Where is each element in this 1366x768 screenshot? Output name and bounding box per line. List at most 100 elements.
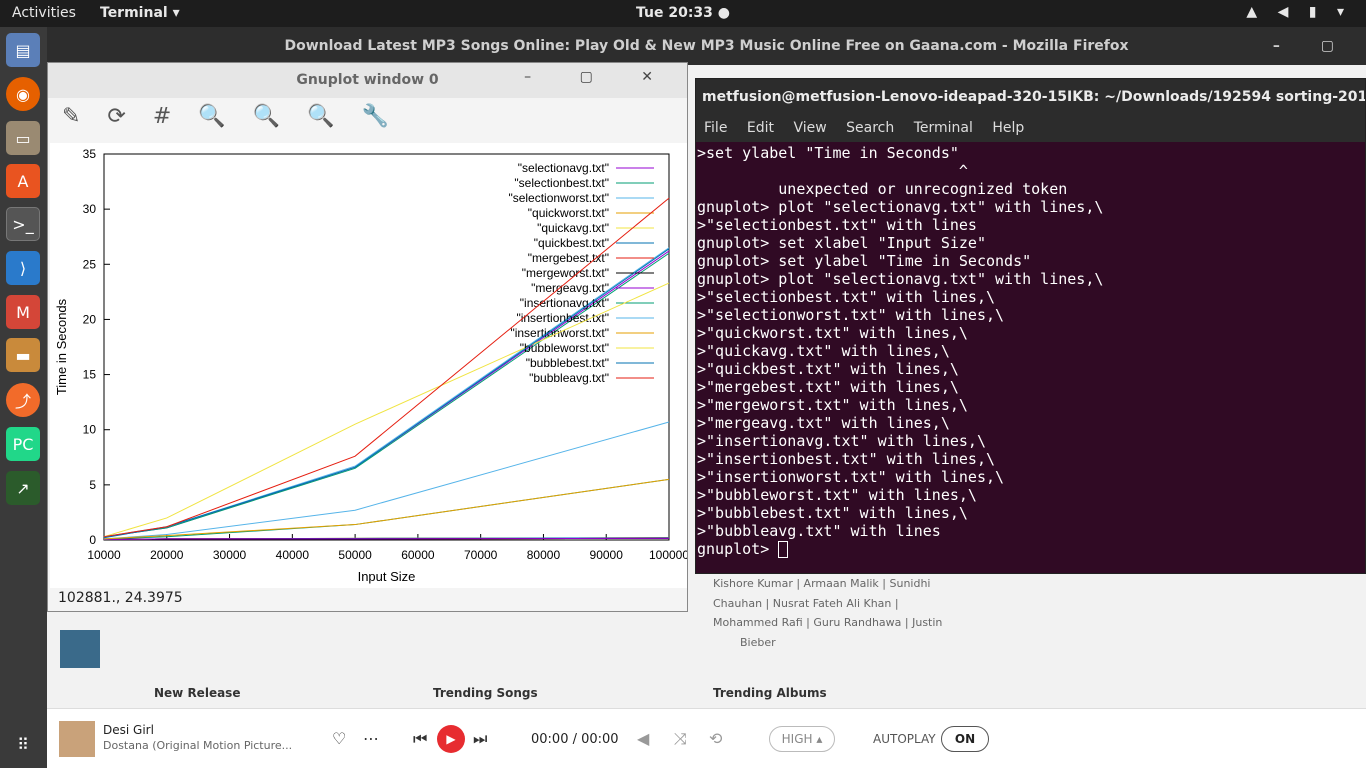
song-album[interactable]: Dostana (Original Motion Picture... xyxy=(103,739,313,752)
files-icon[interactable]: ▭ xyxy=(6,121,40,155)
terminal-output[interactable]: >set ylabel "Time in Seconds" ^ unexpect… xyxy=(696,142,1365,558)
play-button[interactable]: ▶ xyxy=(437,725,465,753)
artist-list: Kishore Kumar | Armaan Malik | Sunidhi C… xyxy=(700,574,1040,652)
terminal-line: >"quickbest.txt" with lines,\ xyxy=(697,360,959,378)
x-tick-label: 10000 xyxy=(87,548,121,562)
section-new-release[interactable]: New Release xyxy=(154,686,240,700)
x-axis-label: Input Size xyxy=(358,569,416,584)
text-editor-icon[interactable]: ▤ xyxy=(6,33,40,67)
firefox-titlebar: Download Latest MP3 Songs Online: Play O… xyxy=(47,27,1366,92)
y-tick-label: 0 xyxy=(89,533,96,547)
previous-icon[interactable]: ⏮ xyxy=(413,729,427,749)
y-tick-label: 25 xyxy=(83,257,97,271)
activities-button[interactable]: Activities xyxy=(12,5,76,21)
shuffle-icon[interactable]: ⤨ xyxy=(674,729,687,749)
plot-app-icon[interactable]: ↗ xyxy=(6,471,40,505)
terminal-line: >"insertionavg.txt" with lines,\ xyxy=(697,432,986,450)
menu-search[interactable]: Search xyxy=(846,120,894,136)
sandwich-icon[interactable]: ▬ xyxy=(6,338,40,372)
terminal-line: >"selectionbest.txt" with lines,\ xyxy=(697,288,996,306)
pycharm-icon[interactable]: PC xyxy=(6,427,40,461)
menu-file[interactable]: File xyxy=(704,120,727,136)
top-bar: Activities Terminal ▾ Tue 20:33 ● ▲ ◀ ▮ … xyxy=(0,0,1366,27)
artist-line[interactable]: Chauhan | Nusrat Fateh Ali Khan | xyxy=(700,594,1040,614)
terminal-prompt[interactable]: gnuplot> xyxy=(697,540,1365,558)
gnuplot-status: 102881., 24.3975 xyxy=(58,590,183,606)
heart-icon[interactable]: ♡ xyxy=(332,729,346,748)
terminal-line: >"mergeavg.txt" with lines,\ xyxy=(697,414,950,432)
app-menu[interactable]: Terminal ▾ xyxy=(100,5,180,21)
terminal-window: metfusion@metfusion-Lenovo-ideapad-320-1… xyxy=(695,78,1366,574)
show-apps-icon[interactable]: ⠿ xyxy=(6,727,40,761)
next-icon[interactable]: ⏭ xyxy=(473,729,487,749)
terminal-line: >"quickworst.txt" with lines,\ xyxy=(697,324,968,342)
terminal-line: >"selectionworst.txt" with lines,\ xyxy=(697,306,1005,324)
firefox-title: Download Latest MP3 Songs Online: Play O… xyxy=(284,38,1129,54)
legend-label: "selectionavg.txt" xyxy=(518,161,609,175)
y-tick-label: 10 xyxy=(83,423,97,437)
section-trending-albums[interactable]: Trending Albums xyxy=(713,686,827,700)
terminal-line: gnuplot> set ylabel "Time in Seconds" xyxy=(697,252,1032,270)
software-icon[interactable]: A xyxy=(6,164,40,198)
x-tick-label: 100000 xyxy=(649,548,688,562)
terminal-line: >"bubblebest.txt" with lines,\ xyxy=(697,504,968,522)
gnuplot-toolbar[interactable]: ✎ ⟳ # 🔍 🔍 🔍 🔧 xyxy=(48,98,687,138)
volume-icon[interactable]: ◀ xyxy=(637,729,649,748)
terminal-line: unexpected or unrecognized token xyxy=(697,180,1068,198)
x-tick-label: 20000 xyxy=(150,548,184,562)
firefox-icon[interactable]: ◉ xyxy=(6,77,40,111)
artist-line[interactable]: Mohammed Rafi | Guru Randhawa | Justin xyxy=(700,613,1040,633)
menu-help[interactable]: Help xyxy=(992,120,1024,136)
menu-view[interactable]: View xyxy=(793,120,826,136)
clock[interactable]: Tue 20:33 ● xyxy=(0,5,1366,21)
cursor xyxy=(778,541,789,558)
quality-selector[interactable]: HIGH ▴ xyxy=(769,726,835,752)
album-thumbnail[interactable] xyxy=(60,630,100,668)
plot-canvas[interactable]: 0 5 10 15 20 25 30 35 10000 20000 30000 40000 50000 6… xyxy=(50,143,688,588)
postman-icon[interactable]: ⤴ xyxy=(6,383,40,417)
x-tick-label: 30000 xyxy=(213,548,247,562)
legend-label: "bubbleavg.txt" xyxy=(529,371,609,385)
gnuplot-window-controls[interactable]: – ▢ ✕ xyxy=(524,69,675,85)
legend-label: "quickworst.txt" xyxy=(528,206,609,220)
y-tick-label: 35 xyxy=(83,147,97,161)
series-line xyxy=(103,537,670,540)
terminal-line: >"mergebest.txt" with lines,\ xyxy=(697,378,959,396)
legend-label: "insertionavg.txt" xyxy=(520,296,609,310)
y-tick-label: 30 xyxy=(83,202,97,216)
repeat-icon[interactable]: ⟲ xyxy=(709,729,722,748)
vscode-icon[interactable]: ⟩ xyxy=(6,251,40,285)
terminal-line: >"insertionworst.txt" with lines,\ xyxy=(697,468,1005,486)
legend-label: "insertionworst.txt" xyxy=(510,326,609,340)
terminal-line: >"bubbleavg.txt" with lines xyxy=(697,522,941,540)
menu-terminal[interactable]: Terminal xyxy=(914,120,973,136)
artist-line[interactable]: Bieber xyxy=(700,633,1040,653)
legend-label: "mergeavg.txt" xyxy=(531,281,609,295)
more-icon[interactable]: ⋯ xyxy=(363,729,379,748)
artist-line[interactable]: Kishore Kumar | Armaan Malik | Sunidhi xyxy=(700,574,1040,594)
autoplay-label: AUTOPLAY xyxy=(873,732,936,746)
series-line xyxy=(103,478,670,540)
terminal-line: >"mergeworst.txt" with lines,\ xyxy=(697,396,968,414)
x-tick-label: 80000 xyxy=(527,548,561,562)
legend-label: "selectionworst.txt" xyxy=(508,191,609,205)
terminal-line: gnuplot> plot "selectionavg.txt" with li… xyxy=(697,198,1104,216)
autoplay-toggle[interactable]: ON xyxy=(941,726,989,752)
terminal-line: gnuplot> set xlabel "Input Size" xyxy=(697,234,986,252)
terminal-line: gnuplot> plot "selectionavg.txt" with li… xyxy=(697,270,1104,288)
series-line xyxy=(103,478,670,540)
music-player: Desi Girl Dostana (Original Motion Pictu… xyxy=(47,708,1366,768)
section-trending-songs[interactable]: Trending Songs xyxy=(433,686,538,700)
terminal-line: >"selectionbest.txt" with lines xyxy=(697,216,977,234)
song-title[interactable]: Desi Girl xyxy=(103,723,154,737)
terminal-line: >"bubbleworst.txt" with lines,\ xyxy=(697,486,977,504)
system-tray[interactable]: ▲ ◀ ▮ ▾ xyxy=(1246,4,1352,20)
terminal-menubar: File Edit View Search Terminal Help xyxy=(696,115,1365,142)
menu-edit[interactable]: Edit xyxy=(747,120,774,136)
mail-icon[interactable]: M xyxy=(6,295,40,329)
terminal-icon[interactable]: >_ xyxy=(6,207,40,241)
playback-time: 00:00 / 00:00 xyxy=(531,732,619,747)
terminal-line: >"insertionbest.txt" with lines,\ xyxy=(697,450,996,468)
now-playing-art[interactable] xyxy=(59,721,95,757)
y-tick-label: 5 xyxy=(89,478,96,492)
